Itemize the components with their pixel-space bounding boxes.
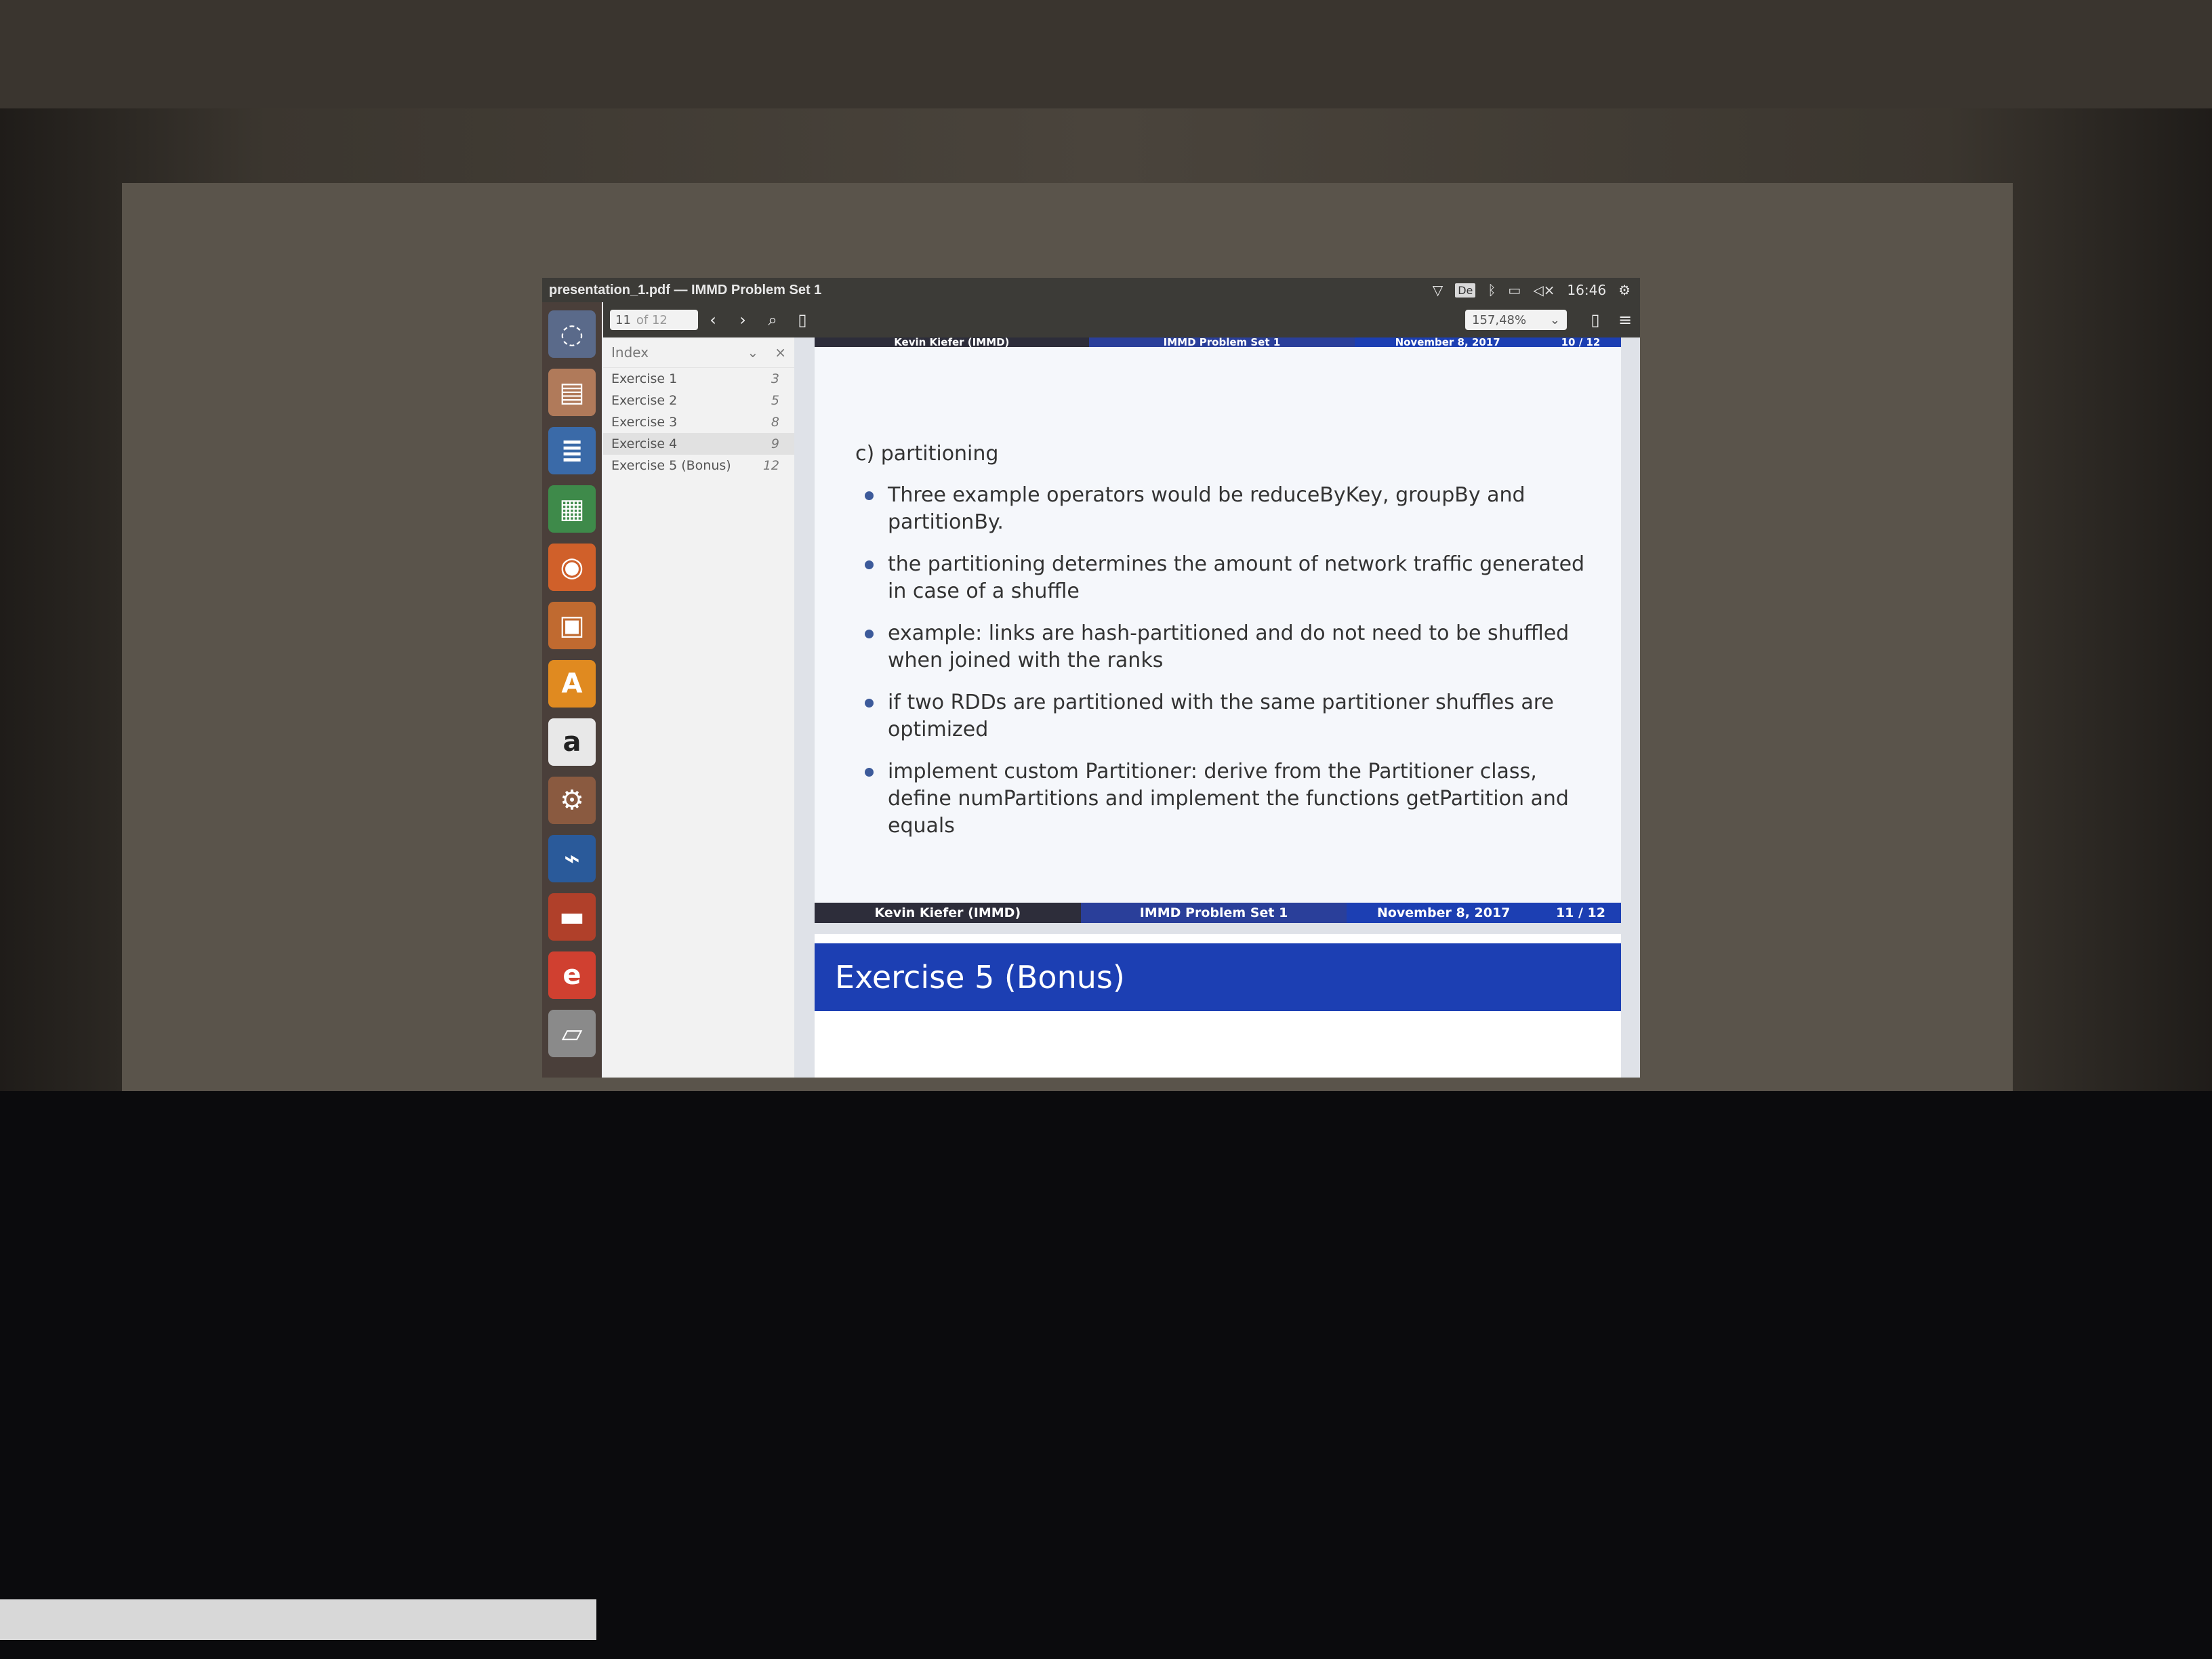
annotations-button[interactable]: ▯ (787, 308, 817, 332)
previous-slide-footer: Kevin Kiefer (IMMD) IMMD Problem Set 1 N… (815, 337, 1621, 348)
next-page-button[interactable]: › (728, 308, 758, 332)
system-monitor-icon[interactable]: ⌁ (548, 835, 596, 882)
keyboard-layout-indicator[interactable]: De (1455, 283, 1476, 298)
files-icon[interactable]: ▤ (548, 369, 596, 416)
bullet-icon (865, 630, 874, 638)
sidebar-header: Index ⌄ × (603, 337, 794, 368)
index-item-exercise-4[interactable]: Exercise 4 9 (603, 433, 794, 455)
bullet-text: the partitioning determines the amount o… (888, 552, 1585, 603)
bullet-text: if two RDDs are partitioned with the sam… (888, 691, 1554, 741)
footer-title: IMMD Problem Set 1 (1080, 903, 1347, 923)
bullet-icon (865, 699, 874, 708)
bluetooth-icon[interactable]: ᛒ (1488, 282, 1496, 298)
previous-page-button[interactable]: ‹ (698, 308, 728, 332)
footer-date: November 8, 2017 (1355, 337, 1540, 348)
chevron-left-icon: ‹ (710, 310, 716, 329)
firefox-icon[interactable]: ◉ (548, 544, 596, 591)
list-item: if two RDDs are partitioned with the sam… (855, 689, 1601, 743)
list-item: implement custom Partitioner: derive fro… (855, 758, 1601, 840)
slide-page: c) partitioning Three example operators … (815, 347, 1621, 923)
footer-author: Kevin Kiefer (IMMD) (815, 337, 1089, 348)
index-item-exercise-2[interactable]: Exercise 2 5 (603, 390, 794, 411)
wifi-icon[interactable]: ▽ (1433, 282, 1443, 298)
annotations-icon: ▯ (798, 310, 807, 329)
document-icon: ▯ (1591, 310, 1600, 329)
calc-icon[interactable]: ▦ (548, 485, 596, 533)
index-item-page: 12 (762, 458, 779, 473)
index-item-page: 9 (771, 436, 779, 451)
chevron-down-icon: ⌄ (1549, 312, 1560, 327)
slide-heading: c) partitioning (855, 442, 999, 466)
index-item-page: 3 (771, 371, 779, 386)
impress-icon[interactable]: ▣ (548, 602, 596, 649)
index-item-label: Exercise 4 (611, 436, 678, 451)
laptop-screen-edge (0, 1599, 596, 1640)
page-current: 11 (615, 312, 631, 327)
frame-title: Exercise 5 (Bonus) (815, 943, 1621, 1011)
close-icon[interactable]: × (775, 344, 786, 361)
footer-page: 11 / 12 (1540, 903, 1621, 923)
gear-icon[interactable]: ⚙ (1618, 282, 1631, 298)
index-item-label: Exercise 3 (611, 415, 678, 430)
amazon-icon[interactable]: a (548, 718, 596, 766)
index-item-exercise-1[interactable]: Exercise 1 3 (603, 368, 794, 390)
room-floor (0, 1091, 2212, 1659)
bullet-icon (865, 491, 874, 500)
index-item-exercise-5[interactable]: Exercise 5 (Bonus) 12 (603, 455, 794, 476)
system-tray: ▽ De ᛒ ▭ ◁× 16:46 ⚙ (1433, 282, 1640, 298)
writer-icon[interactable]: ≣ (548, 427, 596, 474)
document-viewer-icon[interactable]: e (548, 951, 596, 999)
trash-icon[interactable]: ▱ (548, 1010, 596, 1057)
chevron-right-icon: › (739, 310, 746, 329)
footer-date: November 8, 2017 (1347, 903, 1540, 923)
battery-icon[interactable]: ▭ (1508, 282, 1521, 298)
index-item-page: 8 (771, 415, 779, 430)
bullet-text: implement custom Partitioner: derive fro… (888, 760, 1569, 838)
next-slide-page: Exercise 5 (Bonus) (815, 934, 1621, 1078)
viewer-toolbar: 11 of 12 ‹ › ⌕ ▯ 157,48% ⌄ ▯ ≡ (603, 302, 1640, 337)
image-viewer-icon[interactable]: ▬ (548, 893, 596, 941)
list-item: example: links are hash-partitioned and … (855, 620, 1601, 674)
print-button[interactable]: ▯ (1580, 308, 1610, 332)
zoom-value: 157,48% (1472, 312, 1527, 327)
index-item-label: Exercise 5 (Bonus) (611, 458, 731, 473)
bullet-text: example: links are hash-partitioned and … (888, 621, 1570, 672)
index-item-exercise-3[interactable]: Exercise 3 8 (603, 411, 794, 433)
footer-title: IMMD Problem Set 1 (1088, 337, 1355, 348)
zoom-select[interactable]: 157,48% ⌄ (1465, 310, 1567, 330)
index-sidebar: Index ⌄ × Exercise 1 3 Exercise 2 5 Exer… (603, 337, 795, 1078)
projected-desktop: presentation_1.pdf — IMMD Problem Set 1 … (542, 278, 1640, 1078)
slide-footer: Kevin Kiefer (IMMD) IMMD Problem Set 1 N… (815, 903, 1621, 923)
list-item: Three example operators would be reduceB… (855, 482, 1601, 536)
index-item-label: Exercise 2 (611, 393, 678, 408)
footer-author: Kevin Kiefer (IMMD) (815, 903, 1081, 923)
software-center-icon[interactable]: A (548, 660, 596, 708)
volume-icon[interactable]: ◁× (1533, 282, 1555, 298)
room-ceiling (0, 0, 2212, 108)
footer-page: 10 / 12 (1540, 337, 1621, 348)
menu-button[interactable]: ≡ (1610, 308, 1640, 332)
ubuntu-dash-icon[interactable]: ◌ (548, 310, 596, 358)
chevron-down-icon[interactable]: ⌄ (747, 344, 758, 361)
window-title: presentation_1.pdf — IMMD Problem Set 1 (549, 282, 822, 298)
sidebar-title[interactable]: Index (611, 344, 649, 361)
document-view[interactable]: Kevin Kiefer (IMMD) IMMD Problem Set 1 N… (794, 337, 1640, 1078)
bullet-icon (865, 560, 874, 569)
settings-icon[interactable]: ⚙ (548, 777, 596, 824)
slide-body: c) partitioning Three example operators … (855, 442, 1601, 855)
page-number-field[interactable]: 11 of 12 (610, 310, 698, 330)
bullet-text: Three example operators would be reduceB… (888, 483, 1525, 534)
index-item-page: 5 (771, 393, 779, 408)
list-item: the partitioning determines the amount o… (855, 551, 1601, 605)
page-total: of 12 (636, 312, 668, 327)
search-button[interactable]: ⌕ (758, 308, 787, 332)
unity-launcher: ◌ ▤ ≣ ▦ ◉ ▣ A a ⚙ ⌁ ▬ e ▱ (542, 302, 602, 1078)
index-item-label: Exercise 1 (611, 371, 678, 386)
clock[interactable]: 16:46 (1567, 282, 1606, 298)
top-panel: presentation_1.pdf — IMMD Problem Set 1 … (542, 278, 1640, 302)
bullet-icon (865, 768, 874, 777)
search-icon: ⌕ (768, 310, 777, 329)
hamburger-menu-icon: ≡ (1618, 310, 1633, 329)
